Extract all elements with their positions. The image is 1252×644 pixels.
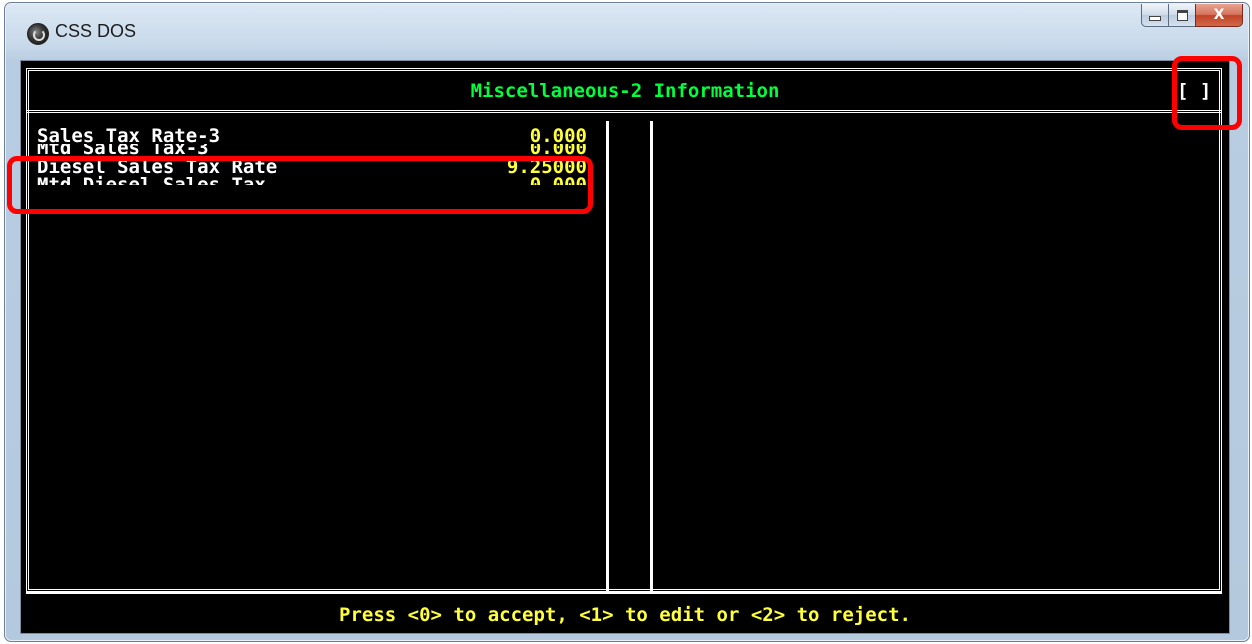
field-row[interactable]: Mtd Diesel Sales Tax 0.000 bbox=[37, 175, 587, 185]
field-label: Sales Tax Rate-3 bbox=[37, 126, 221, 144]
field-list: Sales Tax Rate-3 0.000 Mtd Sales Tax-3 0… bbox=[37, 126, 587, 185]
maximize-button[interactable] bbox=[1168, 4, 1195, 27]
minimize-icon bbox=[1149, 15, 1161, 21]
status-indicator: [ ] bbox=[1177, 80, 1212, 102]
app-icon[interactable] bbox=[27, 23, 49, 45]
field-label: Mtd Sales Tax-3 bbox=[37, 144, 209, 157]
field-row[interactable]: Sales Tax Rate-3 0.000 bbox=[37, 126, 587, 144]
close-button[interactable]: X bbox=[1195, 4, 1243, 27]
caption-buttons: X bbox=[1141, 4, 1243, 27]
maximize-icon bbox=[1176, 9, 1188, 21]
console-screen[interactable]: Miscellaneous-2 Information [ ] Sales Ta… bbox=[20, 60, 1230, 634]
field-value: 0.000 bbox=[530, 175, 587, 185]
status-divider bbox=[26, 592, 1222, 594]
field-value: 0.000 bbox=[529, 126, 587, 144]
column-divider-right bbox=[650, 121, 653, 591]
field-row[interactable]: Mtd Sales Tax-3 0.000 bbox=[37, 144, 587, 157]
field-label: Diesel Sales Tax Rate bbox=[37, 157, 278, 175]
title-bar[interactable]: CSS DOS X bbox=[5, 3, 1249, 63]
field-value: 0.000 bbox=[529, 144, 587, 157]
minimize-button[interactable] bbox=[1141, 4, 1168, 27]
field-label: Mtd Diesel Sales Tax bbox=[37, 175, 266, 185]
field-row[interactable]: Diesel Sales Tax Rate 9.25000 bbox=[37, 157, 587, 175]
screen-title: Miscellaneous-2 Information bbox=[470, 80, 780, 102]
window-title: CSS DOS bbox=[55, 21, 137, 41]
column-divider-left bbox=[606, 121, 609, 591]
header-divider bbox=[26, 110, 1222, 114]
close-icon: X bbox=[1213, 7, 1225, 23]
field-value: 9.25000 bbox=[506, 157, 587, 175]
prompt-line: Press <0> to accept, <1> to edit or <2> … bbox=[339, 604, 911, 626]
